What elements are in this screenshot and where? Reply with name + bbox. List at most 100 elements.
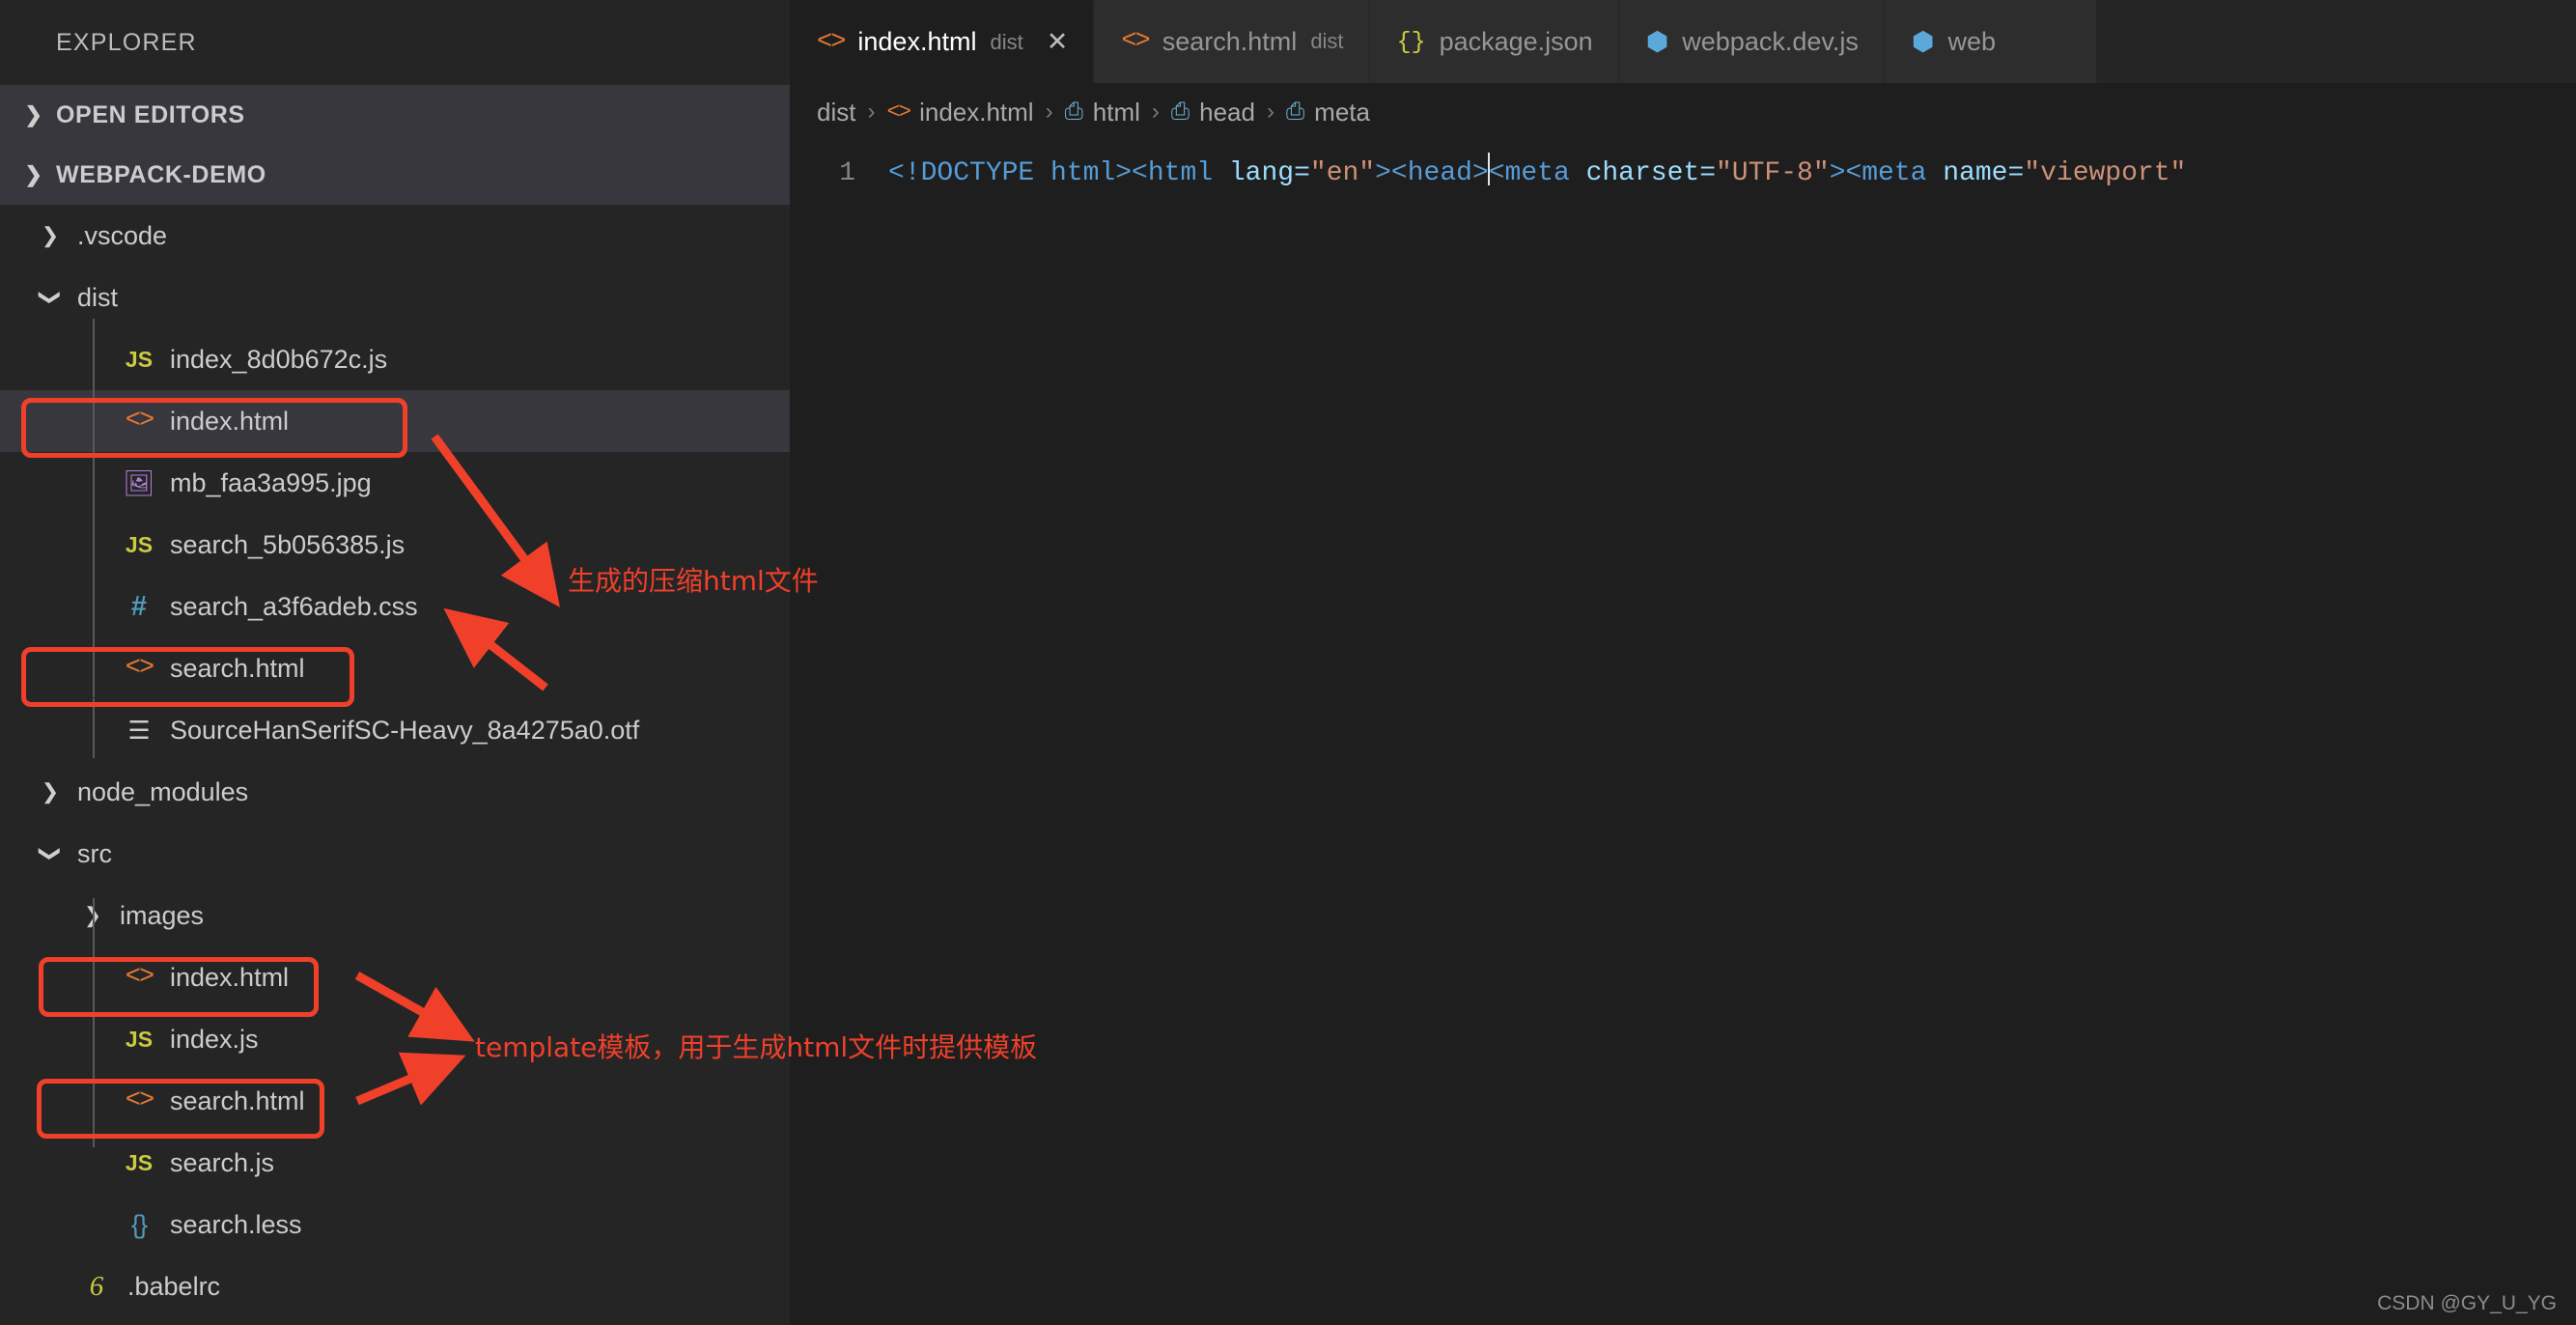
tree-row-label: search_5b056385.js: [170, 529, 406, 559]
code-token: lang=: [1213, 158, 1310, 188]
file-icon-cell: 6: [71, 1271, 122, 1303]
tab-label: webpack.dev.js: [1682, 26, 1859, 56]
tree-row--babelrc[interactable]: 6 .babelrc: [0, 1255, 790, 1317]
breadcrumb-item-html[interactable]: ⎙ html: [1065, 98, 1140, 127]
tree-row-search-less[interactable]: {} search.less: [0, 1194, 790, 1255]
code-token: "en": [1309, 158, 1376, 188]
tab-webpack-dev-js[interactable]: ⬢ webpack.dev.js: [1618, 0, 1885, 83]
tree-row-label: index.js: [170, 1024, 259, 1054]
file-icon-cell: 🖼: [114, 468, 164, 498]
breadcrumb-separator: ›: [867, 99, 876, 125]
tree-row-label: .babelrc: [127, 1271, 221, 1301]
chevron-right-icon: ❯: [24, 102, 43, 127]
editor-tabbar: <> index.html dist ✕ <> search.html dist {} pack…: [790, 0, 2576, 83]
tree-row-src[interactable]: ❯ src: [0, 823, 790, 885]
annotation-label-template: template模板，用于生成html文件时提供模板: [475, 1031, 1038, 1063]
tree-row-label: dist: [77, 282, 119, 312]
tree-row-label: node_modules: [77, 776, 249, 806]
tree-row-search-html[interactable]: <> search.html: [0, 1070, 790, 1132]
file-tree: ❯ .vscode ❯ dist JS index_8d0b672c.js <> index.…: [0, 205, 790, 1317]
breadcrumb-item-dist[interactable]: dist: [817, 98, 855, 127]
tab-web[interactable]: ⬢ web: [1884, 0, 2097, 83]
tree-row-label: .vscode: [77, 220, 168, 250]
tree-row-dist[interactable]: ❯ dist: [0, 267, 790, 328]
tree-row-sourcehanserifsc-heavy-8a4275a0-otf[interactable]: ☰ SourceHanSerifSC-Heavy_8a4275a0.otf: [0, 699, 790, 761]
breadcrumb-label: head: [1199, 97, 1255, 127]
js-file-icon: JS: [125, 1026, 154, 1052]
tree-row-label: images: [120, 900, 205, 930]
tree-row-label: search.js: [170, 1147, 275, 1177]
tab-label: search.html: [1162, 26, 1298, 56]
tab-index-html[interactable]: <> index.html dist ✕: [790, 0, 1095, 83]
code-token: "viewport": [2024, 158, 2187, 188]
tree-row-images[interactable]: ❯images: [0, 885, 790, 946]
code-token: >: [1829, 158, 1846, 188]
tab-search-html[interactable]: <> search.html dist: [1094, 0, 1370, 83]
file-icon-cell: JS: [114, 532, 164, 558]
html-file-icon: <>: [886, 99, 911, 125]
editor-area: <> index.html dist ✕ <> search.html dist {} pack…: [790, 0, 2576, 1325]
tree-row-index-html[interactable]: <> index.html: [0, 946, 790, 1008]
file-icon-cell: ☰: [114, 716, 164, 746]
file-icon-cell: #: [114, 591, 164, 623]
chevron-down-icon[interactable]: ❯: [38, 276, 63, 319]
less-file-icon: {}: [130, 1209, 148, 1239]
chevron-right-icon[interactable]: ❯: [29, 779, 71, 804]
tree-row-index-8d0b672c-js[interactable]: JS index_8d0b672c.js: [0, 328, 790, 390]
code-editor[interactable]: 1 <!DOCTYPE html><html lang="en"><head><…: [790, 141, 2576, 195]
tree-row-label: search_a3f6adeb.css: [170, 591, 418, 621]
breadcrumb-label: html: [1092, 97, 1140, 127]
tab-description: dist: [990, 29, 1023, 54]
chevron-down-icon[interactable]: ❯: [38, 832, 63, 875]
tree-row-index-html[interactable]: <> index.html: [0, 390, 790, 452]
tab-description: dist: [1310, 29, 1344, 53]
breadcrumb-label: index.html: [919, 97, 1034, 127]
breadcrumb-item-index-html[interactable]: <> index.html: [886, 98, 1033, 127]
tree-row-label: search.html: [170, 1085, 305, 1115]
breadcrumb-separator: ›: [1266, 99, 1274, 125]
file-icon-cell: <>: [114, 654, 164, 683]
html-file-icon: <>: [817, 27, 846, 57]
tree-row-label: search.html: [170, 653, 305, 683]
breadcrumb-separator: ›: [1151, 99, 1160, 125]
tree-row-label: index_8d0b672c.js: [170, 344, 388, 374]
tree-row-label: index.html: [170, 962, 290, 992]
explorer-sidebar: EXPLORER ❯ OPEN EDITORS ❯ WEBPACK-DEMO ❯…: [0, 0, 790, 1325]
file-icon-cell: <>: [114, 1086, 164, 1115]
indent-guide: [93, 698, 95, 758]
tree-row-node-modules[interactable]: ❯ node_modules: [0, 761, 790, 823]
line-number: 1: [839, 158, 855, 188]
code-token: <html: [1132, 158, 1214, 188]
code-token: >: [1375, 158, 1391, 188]
html-file-icon: <>: [125, 654, 154, 683]
breadcrumb-item-meta[interactable]: ⎙ meta: [1286, 98, 1370, 127]
code-token: "UTF-8": [1716, 158, 1830, 188]
tree-row--vscode[interactable]: ❯ .vscode: [0, 205, 790, 267]
breadcrumb-item-head[interactable]: ⎙ head: [1171, 98, 1255, 127]
css-file-icon: #: [130, 590, 148, 622]
tree-row-label: SourceHanSerifSC-Heavy_8a4275a0.otf: [170, 715, 640, 745]
tree-row-search-html[interactable]: <> search.html: [0, 637, 790, 699]
tab-label: index.html: [857, 27, 977, 56]
file-icon-cell: <>: [114, 963, 164, 992]
tree-row-mb-faa3a995-jpg[interactable]: 🖼 mb_faa3a995.jpg: [0, 452, 790, 514]
indent-guide: [93, 319, 95, 697]
code-token: charset=: [1569, 158, 1716, 188]
vscode-window: EXPLORER ❯ OPEN EDITORS ❯ WEBPACK-DEMO ❯…: [0, 0, 2576, 1325]
html-file-icon: <>: [1121, 27, 1150, 56]
code-line-1: 1 <!DOCTYPE html><html lang="en"><head><…: [790, 153, 2576, 195]
breadcrumb: dist › <> index.html › ⎙ html › ⎙ head › ⎙ meta: [790, 83, 2576, 141]
js-file-icon: JS: [125, 346, 154, 372]
tree-row-label: src: [77, 838, 112, 868]
tab-package-json[interactable]: {} package.json: [1369, 0, 1619, 83]
section-webpack-demo[interactable]: ❯ WEBPACK-DEMO: [0, 145, 790, 205]
tree-row-label: index.html: [170, 406, 290, 436]
section-webpack-demo-label: WEBPACK-DEMO: [56, 160, 266, 188]
file-icon-cell: <>: [114, 407, 164, 436]
code-content[interactable]: <!DOCTYPE html><html lang="en"><head><me…: [888, 153, 2186, 195]
chevron-right-icon[interactable]: ❯: [29, 223, 71, 248]
close-icon[interactable]: ✕: [1047, 27, 1069, 57]
tree-row-search-js[interactable]: JS search.js: [0, 1132, 790, 1194]
breadcrumb-label: dist: [817, 97, 856, 127]
section-open-editors[interactable]: ❯ OPEN EDITORS: [0, 85, 790, 145]
